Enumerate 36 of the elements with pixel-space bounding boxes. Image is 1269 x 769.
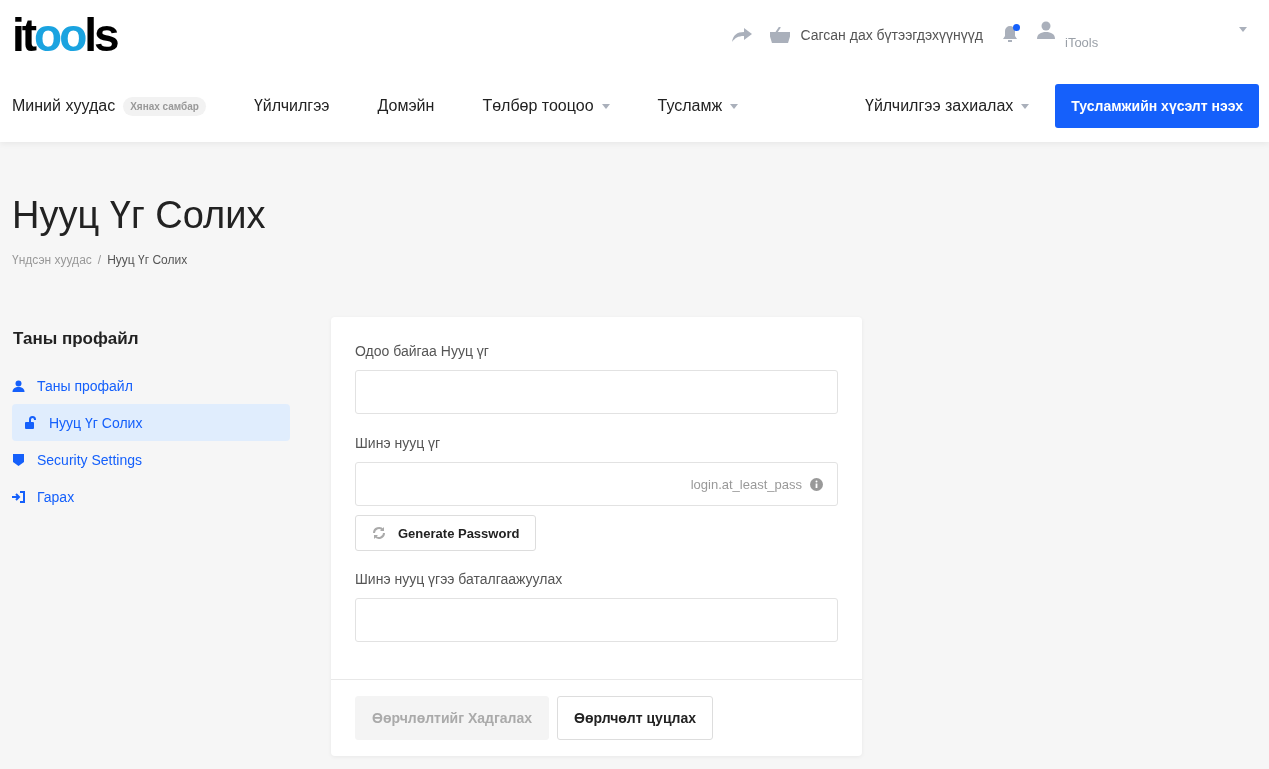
password-input-field[interactable]: [355, 370, 838, 414]
nav-link[interactable]: Тусламж: [657, 97, 723, 115]
basket-icon[interactable]: [770, 27, 791, 43]
open-ticket-button[interactable]: Тусламжийн хүсэлт нээх: [1055, 84, 1259, 128]
breadcrumb-separator: /: [97, 253, 102, 267]
breadcrumb-item: Нууц Үг Солих: [107, 253, 188, 267]
page-title: Нууц Үг Солих: [12, 194, 267, 237]
shield-icon: [12, 453, 25, 466]
nav-link[interactable]: Миний хуудас: [12, 97, 116, 115]
unlocked-padlock-icon: [24, 416, 37, 429]
refresh-icon: [372, 526, 386, 540]
field-label: Одоо байгаа Нууц үг: [355, 343, 490, 359]
user-icon: [12, 379, 25, 392]
nav-link[interactable]: Домэйн: [377, 97, 435, 115]
generate-password-button[interactable]: Generate Password: [355, 515, 537, 551]
field-label: Шинэ нууц үг: [355, 435, 442, 451]
share-arrow-icon[interactable]: [732, 28, 753, 42]
nav-link[interactable]: Үйлчилгээ: [253, 97, 330, 115]
caret-icon: [1239, 26, 1247, 32]
itools-logo[interactable]: itools: [12, 12, 117, 58]
field-label: Шинэ нууц үгээ баталгаажуулах: [355, 571, 564, 587]
password-input-field[interactable]: [355, 598, 838, 642]
logout-icon: [12, 490, 25, 503]
sidebar-item[interactable]: Security Settings: [12, 441, 290, 478]
sidebar-item[interactable]: Таны профайл: [12, 367, 290, 404]
info-icon[interactable]: [810, 477, 823, 491]
sidebar-heading: Таны профайл: [13, 328, 140, 349]
user-avatar-icon[interactable]: [1037, 20, 1055, 39]
dashboard-badge: Хянах самбар: [123, 96, 206, 116]
sidebar-item[interactable]: Нууц Үг Солих: [12, 404, 290, 441]
cancel-changes-button[interactable]: Өөрлчөлт цуцлах: [557, 696, 713, 740]
field-hint: login.at_least_pass: [690, 476, 802, 492]
nav-link[interactable]: Үйлчилгээ захиалах: [865, 97, 1014, 115]
nav-link[interactable]: Төлбөр тооцоо: [482, 97, 594, 115]
sidebar-item[interactable]: Гарах: [12, 478, 290, 515]
cart-link[interactable]: Сагсан дах бүтээгдэхүүнүүд: [800, 27, 983, 43]
